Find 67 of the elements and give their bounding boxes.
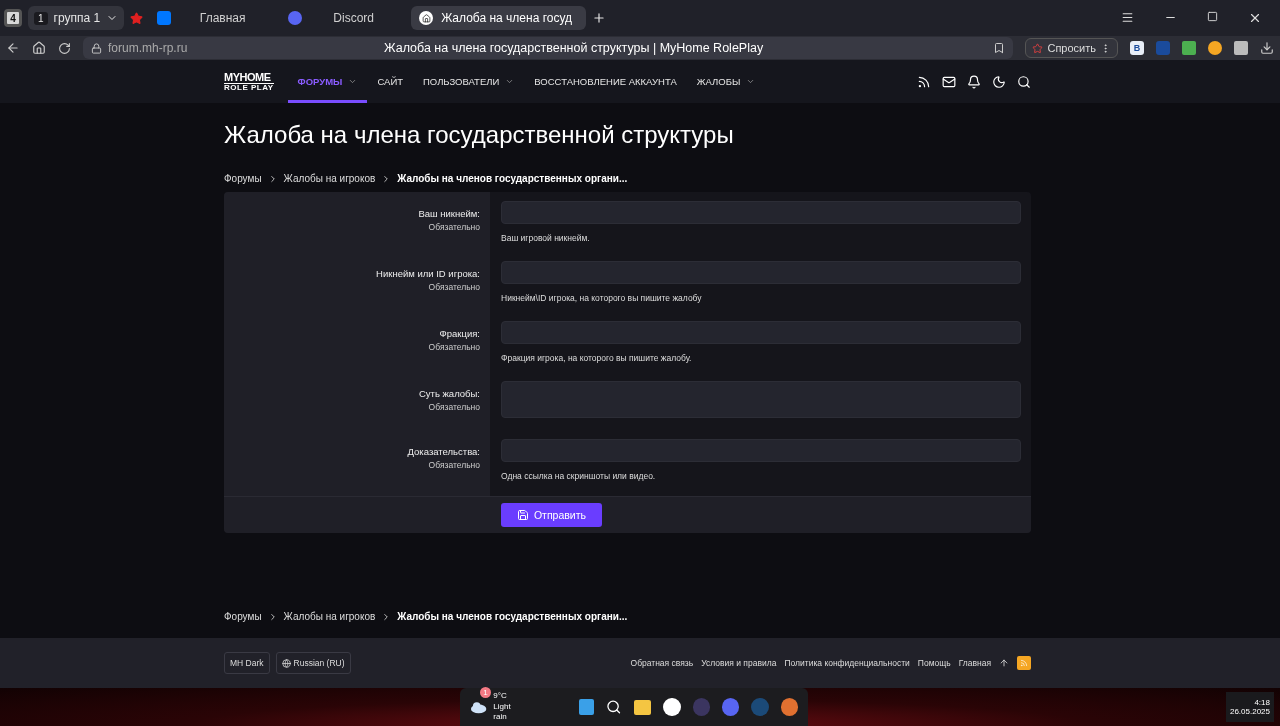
star-icon [1032,42,1044,54]
bell-icon[interactable] [967,74,981,89]
search-icon[interactable] [606,699,622,715]
save-icon [516,509,529,521]
submit-button[interactable]: Отправить [501,503,602,527]
search-icon[interactable] [1017,74,1031,89]
field-hint: Фракция игрока, на которого вы пишите жалобу. [501,353,693,363]
input-field[interactable] [501,439,1021,462]
field-label: Никнейм или ID игрока: [375,268,480,279]
footer-link[interactable]: Помощь [917,658,951,668]
breadcrumb-link[interactable]: Жалобы на игроков [283,173,376,184]
site-logo[interactable]: MYHOME ROLE PLAY [224,71,274,92]
required-note: Обязательно [427,402,480,412]
required-note: Обязательно [427,460,480,470]
input-field[interactable] [501,261,1021,284]
globe-icon [281,658,291,668]
field-label: Суть жалобы: [417,388,480,399]
language-button[interactable]: Russian (RU) [275,652,351,674]
cloud-icon [470,700,488,714]
breadcrumb-link[interactable]: Жалобы на членов государственных органи... [397,611,628,622]
required-note: Обязательно [427,282,480,292]
menu-icon[interactable] [1121,11,1134,24]
extension-icon[interactable]: B [1130,41,1144,55]
page-title: Жалоба на члена государственной структуры [224,121,735,149]
moon-icon[interactable] [992,74,1006,89]
breadcrumb-link[interactable]: Форумы [224,611,262,622]
nav-tab[interactable]: ПОЛЬЗОВАТЕЛИ [413,60,525,103]
footer-link[interactable]: Обратная связь [630,658,694,668]
nav-tab[interactable]: САЙТ [367,60,413,103]
field-label: Фракция: [438,328,480,339]
required-note: Обязательно [427,222,480,232]
browser-tab[interactable]: Discord [280,6,406,30]
footer-link[interactable]: Условия и правила [701,658,777,668]
field-label: Доказательства: [406,446,480,457]
browser-tab[interactable]: Главная [149,6,275,30]
address-bar[interactable]: forum.mh-rp.ru Жалоба на члена государственной структуры | MyHome RolePlay [83,37,1014,59]
browser-tab[interactable]: Жалоба на члена госуд [411,6,587,30]
home-icon[interactable] [32,41,46,55]
breadcrumb-link[interactable]: Форумы [224,173,262,184]
ask-button[interactable]: Спросить [1025,38,1118,58]
back-icon[interactable] [6,41,20,55]
tab-count-button[interactable]: 4 [4,9,22,27]
field-hint: Никнейм\ID игрока, на которого вы пишите жалобу [501,293,703,303]
taskbar-clock[interactable]: 4:18 26.05.2025 [1225,692,1274,722]
field-hint: Ваш игровой никнейм. [501,233,591,243]
home-icon [419,11,434,25]
nav-tab[interactable]: ЖАЛОБЫ [686,60,766,103]
field-label: Ваш никнейм: [417,208,480,219]
new-tab-icon[interactable] [592,11,607,25]
required-note: Обязательно [427,342,480,352]
style-button[interactable]: MH Dark [224,652,270,674]
breadcrumb-link[interactable]: Жалобы на членов государственных органи... [397,173,628,184]
nav-tab[interactable]: ВОССТАНОВЛЕНИЕ АККАУНТА [524,60,687,103]
reload-icon[interactable] [58,41,71,55]
footer-link[interactable]: Политика конфиденциальности [784,658,910,668]
footer-link[interactable]: Главная [958,658,991,668]
download-icon[interactable] [1260,41,1274,55]
star-icon[interactable] [130,11,144,25]
input-field[interactable] [501,201,1021,224]
breadcrumb-link[interactable]: Жалобы на игроков [283,611,376,622]
close-icon[interactable] [1248,11,1262,25]
field-hint: Одна ссылка на скриншоты или видео. [501,471,657,481]
arrow-up-icon[interactable] [999,658,1009,668]
tab-group[interactable]: 1 группа 1 [28,6,125,30]
maximize-icon[interactable] [1207,11,1218,22]
input-field[interactable] [501,321,1021,344]
mail-icon[interactable] [942,74,956,89]
